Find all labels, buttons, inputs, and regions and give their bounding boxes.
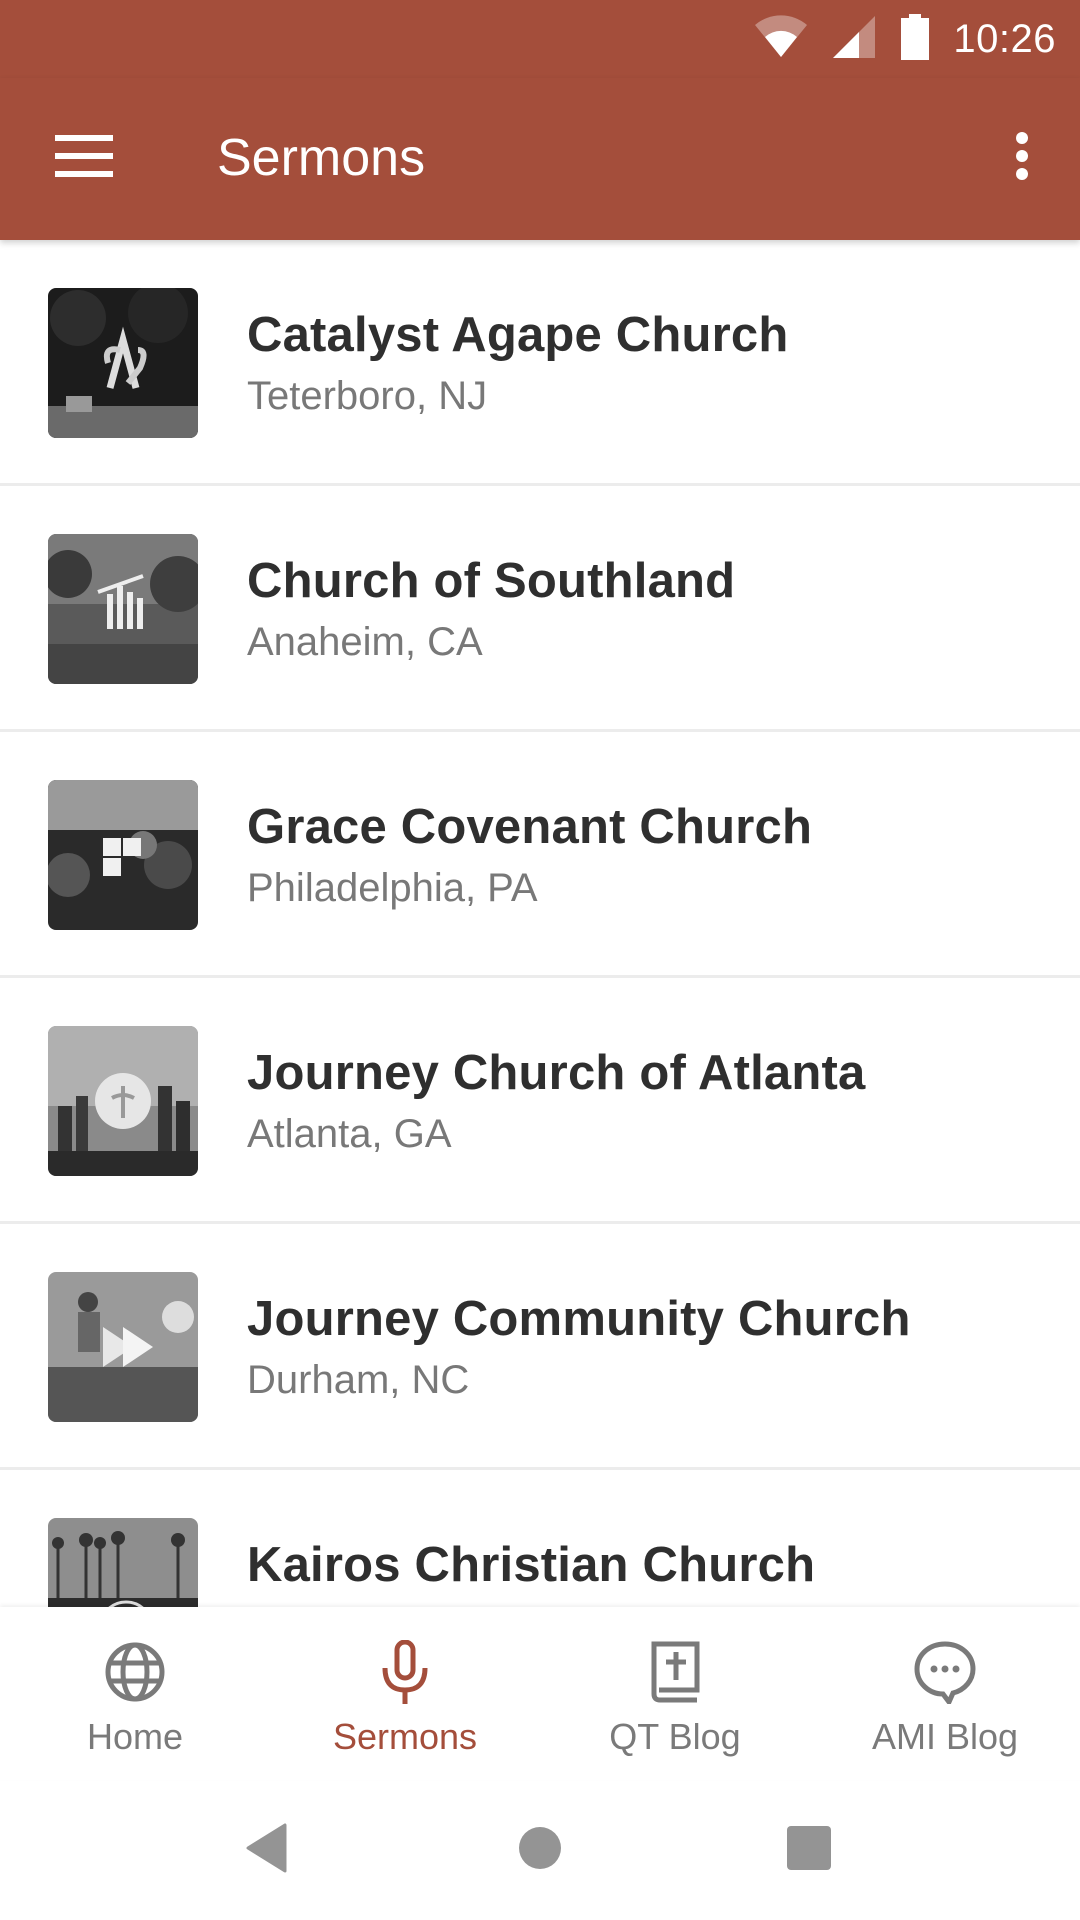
- church-list-item[interactable]: Catalyst Agape Church Teterboro, NJ: [0, 240, 1080, 486]
- home-circle-icon: [517, 1825, 563, 1876]
- church-name: Kairos Christian Church: [247, 1538, 816, 1592]
- church-list-item[interactable]: Journey Community Church Durham, NC: [0, 1224, 1080, 1470]
- system-navigation-bar: [0, 1780, 1080, 1920]
- church-thumbnail: [48, 780, 198, 930]
- nav-tab-sermons[interactable]: Sermons: [270, 1607, 540, 1780]
- more-vert-icon: [1015, 131, 1029, 186]
- app-screen: 10:26 Sermons Catalyst Agape Church Tete…: [0, 0, 1080, 1920]
- nav-label: AMI Blog: [871, 1716, 1019, 1757]
- bottom-navigation: Home Sermons QT Blog AMI Blog: [0, 1607, 1080, 1780]
- nav-tab-qt-blog[interactable]: QT Blog: [540, 1607, 810, 1780]
- church-name: Catalyst Agape Church: [247, 308, 789, 362]
- system-back-button[interactable]: [237, 1820, 297, 1880]
- microphone-icon: [370, 1637, 440, 1707]
- church-location: Durham, NC: [247, 1358, 470, 1402]
- status-icons: 10:26: [753, 12, 1056, 66]
- church-list-item[interactable]: Grace Covenant Church Philadelphia, PA: [0, 732, 1080, 978]
- system-recents-button[interactable]: [779, 1820, 839, 1880]
- back-triangle-icon: [245, 1823, 289, 1878]
- status-bar: 10:26: [0, 0, 1080, 78]
- overflow-menu-button[interactable]: [992, 120, 1052, 196]
- church-thumbnail: [48, 1518, 198, 1607]
- chat-bubble-icon: [910, 1637, 980, 1707]
- church-list-item[interactable]: Kairos Christian Church: [0, 1470, 1080, 1607]
- recents-square-icon: [786, 1825, 832, 1876]
- church-name: Journey Church of Atlanta: [247, 1046, 866, 1100]
- nav-label: Sermons: [332, 1716, 478, 1757]
- church-location: Anaheim, CA: [247, 620, 483, 664]
- bible-icon: [640, 1637, 710, 1707]
- church-thumbnail: [48, 288, 198, 438]
- church-thumbnail: [48, 1272, 198, 1422]
- church-list: Catalyst Agape Church Teterboro, NJ Chur…: [0, 240, 1080, 1607]
- system-home-button[interactable]: [510, 1820, 570, 1880]
- church-location: Philadelphia, PA: [247, 866, 538, 910]
- cell-signal-icon: [831, 14, 877, 65]
- nav-label: Home: [86, 1716, 184, 1757]
- church-thumbnail: [48, 534, 198, 684]
- church-name: Journey Community Church: [247, 1292, 911, 1346]
- globe-icon: [100, 1637, 170, 1707]
- status-time: 10:26: [953, 16, 1056, 61]
- nav-tab-ami-blog[interactable]: AMI Blog: [810, 1607, 1080, 1780]
- nav-tab-home[interactable]: Home: [0, 1607, 270, 1780]
- page-title: Sermons: [217, 129, 426, 187]
- church-list-item[interactable]: Church of Southland Anaheim, CA: [0, 486, 1080, 732]
- church-location: Teterboro, NJ: [247, 374, 488, 418]
- church-name: Church of Southland: [247, 554, 736, 608]
- church-thumbnail: [48, 1026, 198, 1176]
- battery-icon: [899, 13, 931, 65]
- wifi-icon: [753, 14, 809, 64]
- church-location: Atlanta, GA: [247, 1112, 452, 1156]
- menu-button[interactable]: [40, 120, 128, 196]
- church-list-item[interactable]: Journey Church of Atlanta Atlanta, GA: [0, 978, 1080, 1224]
- nav-label: QT Blog: [609, 1716, 741, 1757]
- hamburger-menu-icon: [55, 134, 113, 182]
- church-name: Grace Covenant Church: [247, 800, 813, 854]
- app-bar: Sermons: [0, 78, 1080, 240]
